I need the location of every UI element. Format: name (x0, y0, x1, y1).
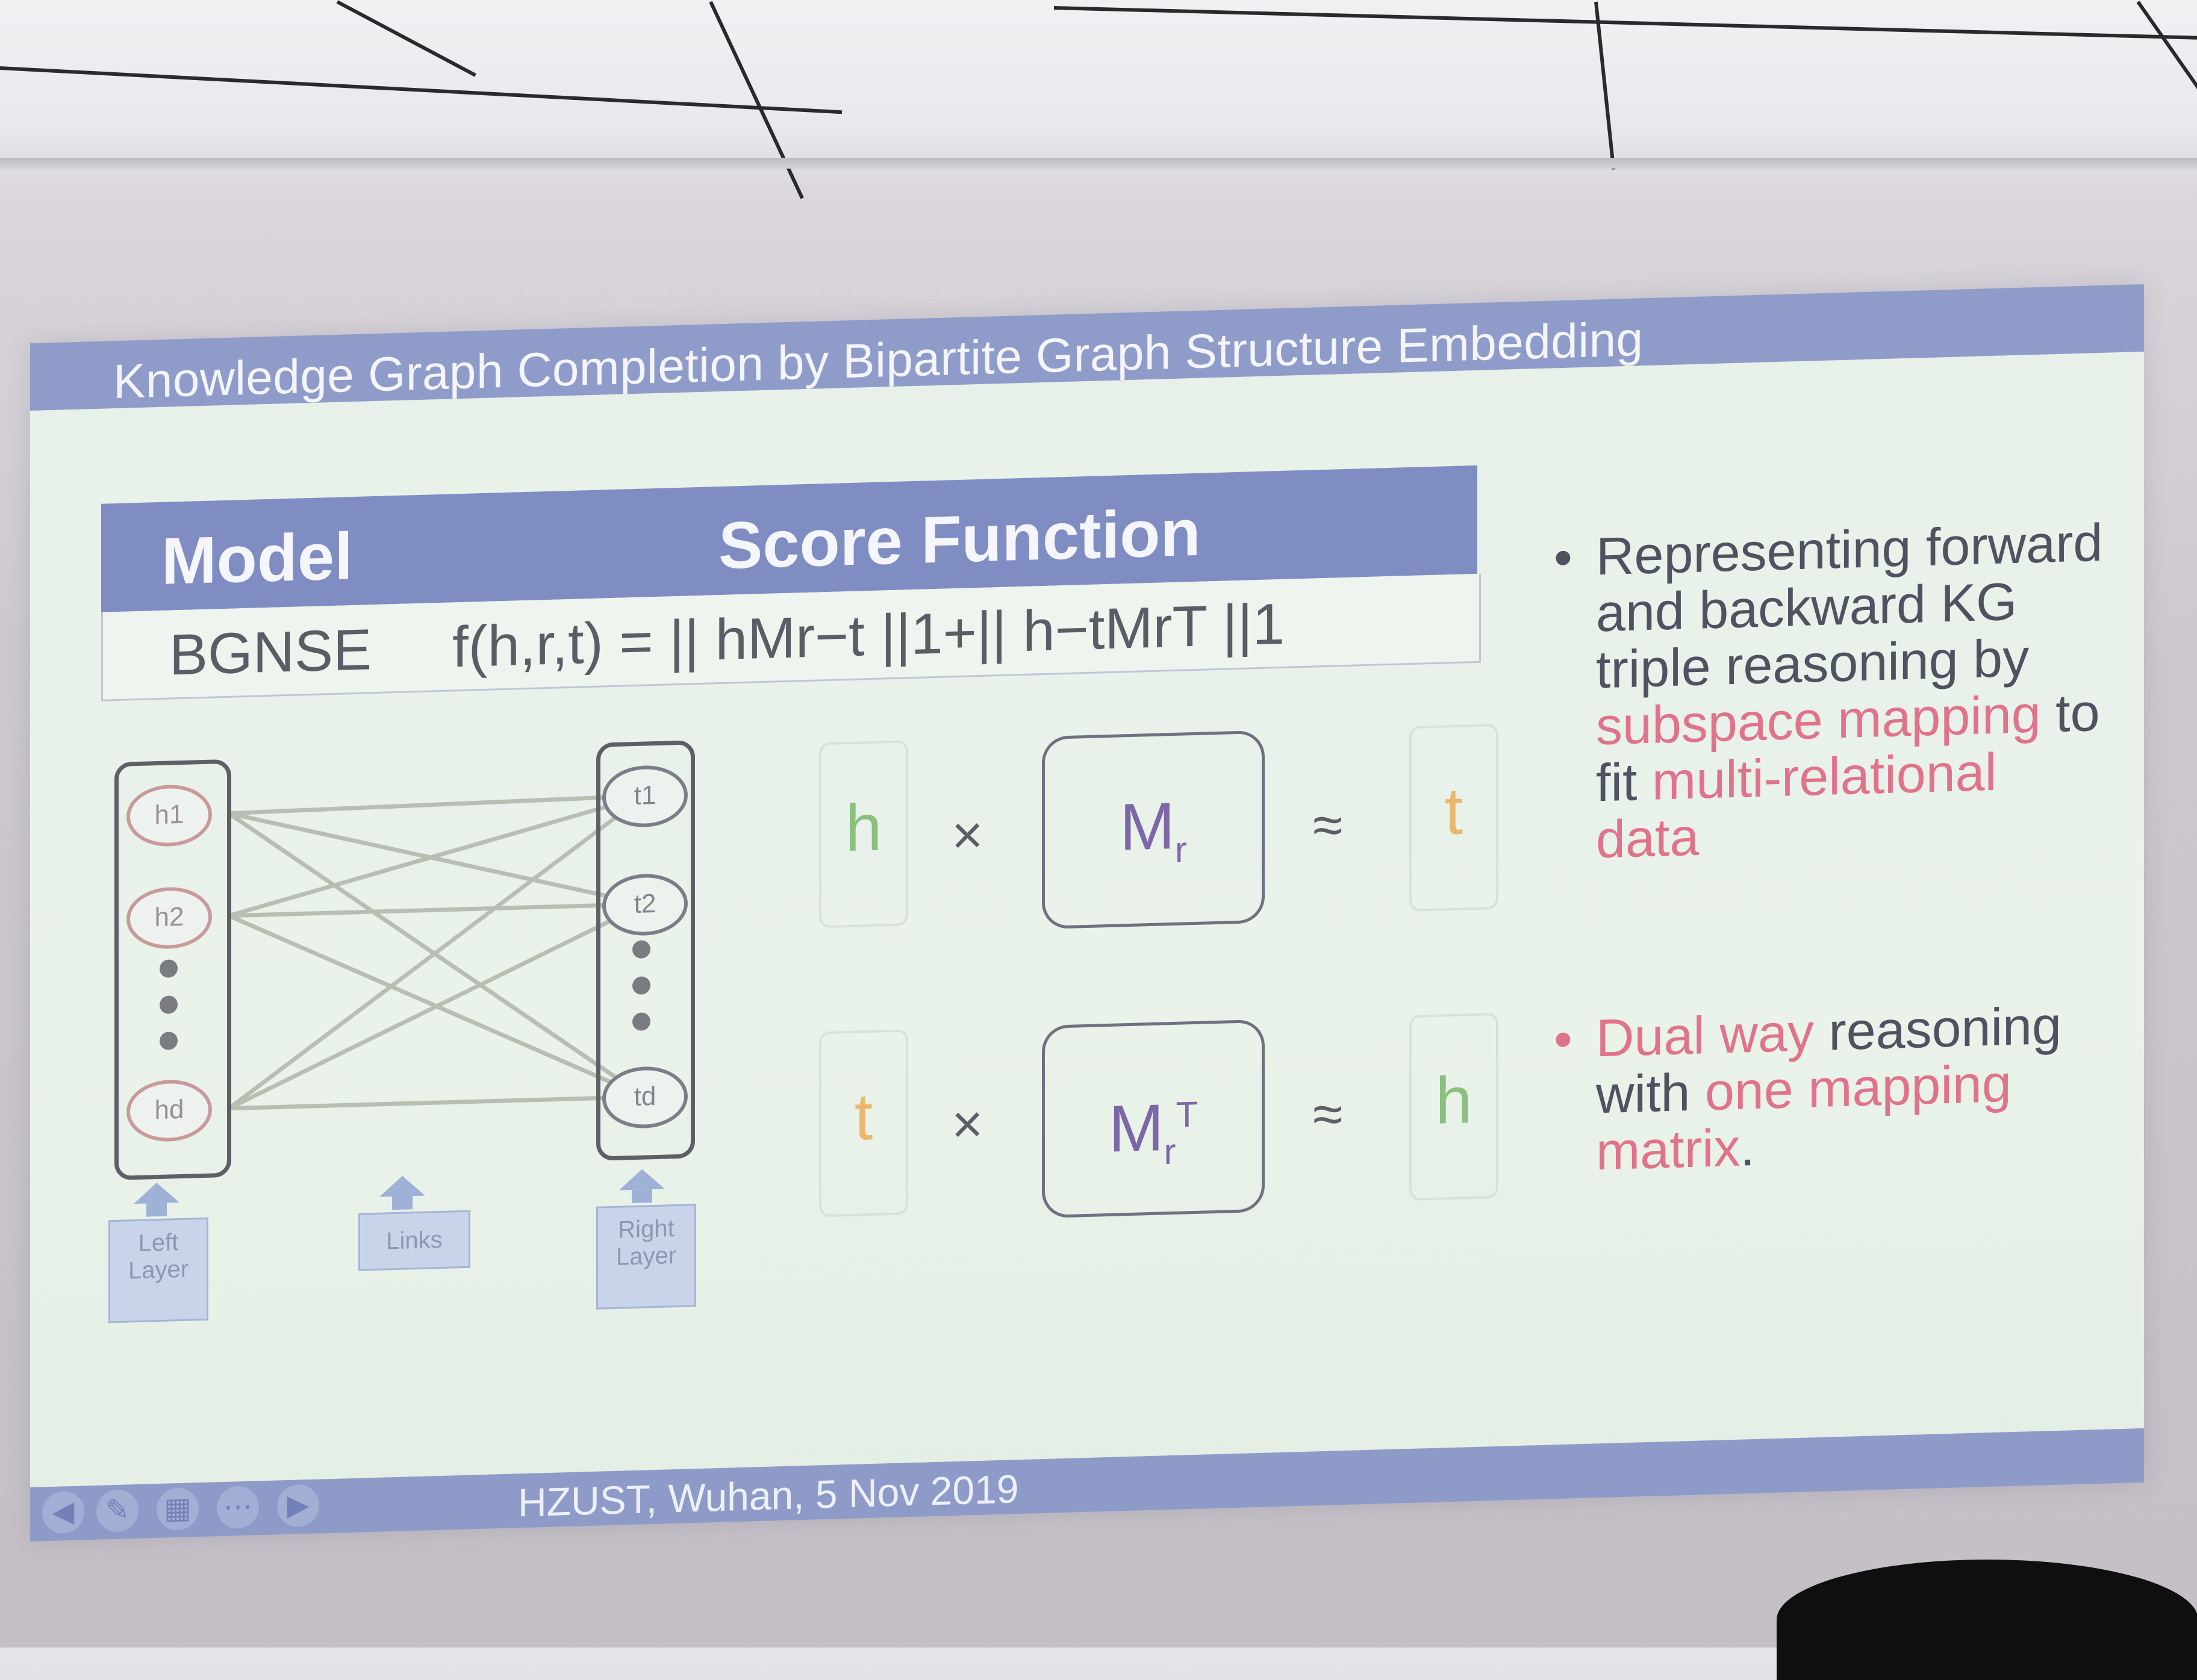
up-arrow-stem (146, 1202, 167, 1217)
up-arrow-icon (619, 1168, 665, 1190)
ceiling-beam (709, 1, 804, 199)
vector-h: h (819, 740, 908, 929)
approx-symbol: ≈ (1313, 1084, 1343, 1145)
ceiling-beam (2136, 1, 2197, 92)
ceiling-beam (0, 66, 843, 114)
ceiling-edge (0, 158, 2197, 169)
ceiling-beam (1053, 6, 2197, 40)
table-cell-model: BGNSE (169, 617, 372, 688)
vector-h: h (1409, 1012, 1498, 1201)
ceiling (0, 0, 2197, 199)
bullet-1: • Representing forward and backward KG t… (1554, 512, 2114, 870)
up-arrow-stem (392, 1196, 413, 1210)
matrix-mr: Mr (1042, 730, 1265, 930)
times-symbol: × (952, 1094, 983, 1156)
bullet-2-text: . (1740, 1117, 1756, 1177)
times-symbol: × (952, 804, 983, 866)
projected-slide: Knowledge Graph Completion by Bipartite … (30, 284, 2144, 1542)
table-header-score-function: Score Function (718, 495, 1201, 583)
bullet-2-highlight: Dual way (1596, 1002, 1814, 1068)
right-layer-label: Right Layer (596, 1204, 696, 1310)
vector-t: t (1409, 723, 1498, 912)
ceiling-beam (336, 0, 476, 77)
footer-bar (30, 1428, 2144, 1542)
approx-symbol: ≈ (1313, 795, 1343, 856)
table-header-model: Model (161, 519, 353, 599)
bullet-1-highlight: multi-relational data (1596, 741, 1997, 870)
bullet-dot: • (1554, 1009, 1572, 1069)
ceiling-beam (1594, 1, 1616, 170)
bullet-2: • Dual way reasoning with one mapping ma… (1554, 995, 2078, 1181)
left-layer-label: Left Layer (108, 1217, 208, 1324)
up-arrow-icon (379, 1175, 425, 1197)
vector-t: t (819, 1029, 908, 1218)
up-arrow-icon (134, 1182, 179, 1204)
matrix-mr-transpose: MrT (1042, 1019, 1265, 1219)
audience-head (1777, 1560, 2197, 1680)
links-label: Links (358, 1210, 470, 1271)
up-arrow-stem (632, 1189, 652, 1204)
bullet-1-text: Representing forward and backward KG tri… (1596, 512, 2103, 700)
table-cell-score-function: f(h,r,t) = || hMr−t ||1+|| h−tMrT ||1 (452, 591, 1285, 680)
bullet-dot: • (1554, 527, 1572, 588)
